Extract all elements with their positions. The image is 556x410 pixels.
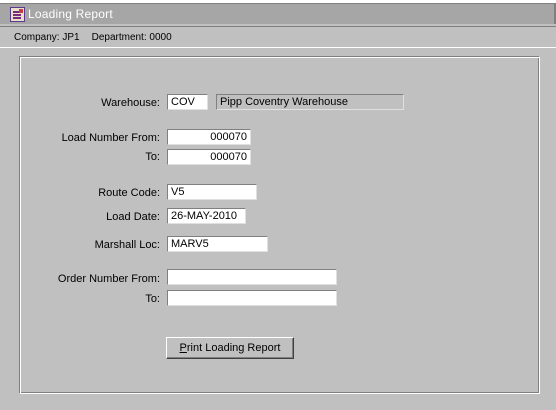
context-info-bar: Company: JP1 Department: 0000 [0, 26, 556, 48]
order-number-from-label: Order Number From: [57, 273, 160, 285]
route-code-label: Route Code: [98, 187, 160, 199]
order-number-to-label: To: [145, 293, 160, 305]
marshall-loc-field[interactable]: MARV5 [167, 236, 268, 252]
load-number-to-label: To: [145, 151, 160, 163]
print-loading-report-button[interactable]: Print Loading Report [166, 337, 294, 359]
route-code-field[interactable]: V5 [167, 184, 257, 200]
warehouse-description-field: Pipp Coventry Warehouse [216, 94, 404, 110]
load-date-field[interactable]: 26-MAY-2010 [167, 208, 246, 224]
order-number-from-field[interactable] [167, 269, 337, 285]
print-button-label: rint Loading Report [186, 342, 281, 354]
marshall-loc-label: Marshall Loc: [94, 239, 160, 251]
report-parameters-panel: Warehouse: COV Pipp Coventry Warehouse L… [19, 56, 540, 394]
warehouse-label: Warehouse: [101, 97, 160, 109]
warehouse-code-field[interactable]: COV [167, 94, 208, 110]
report-app-icon[interactable] [10, 6, 25, 22]
title-bar[interactable]: Loading Report [0, 4, 556, 24]
load-number-from-field[interactable]: 000070 [167, 129, 251, 145]
company-info: Company: JP1 [14, 31, 80, 43]
loading-report-window: Loading Report Company: JP1 Department: … [0, 0, 556, 410]
load-number-from-label: Load Number From: [61, 132, 160, 144]
load-date-label: Load Date: [106, 211, 160, 223]
print-button-mnemonic: P [179, 342, 187, 354]
window-title: Loading Report [28, 7, 113, 21]
load-number-to-field[interactable]: 000070 [167, 149, 251, 165]
order-number-to-field[interactable] [167, 290, 337, 306]
department-info: Department: 0000 [91, 31, 172, 43]
